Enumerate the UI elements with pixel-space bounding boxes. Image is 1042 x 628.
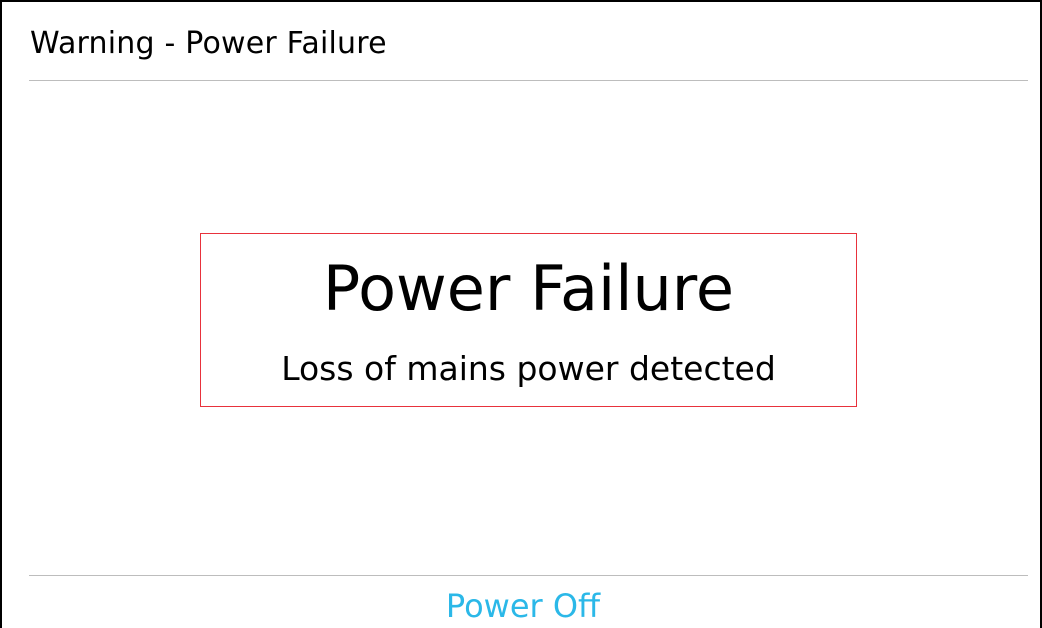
alert-heading: Power Failure (322, 252, 735, 325)
page-title: Warning - Power Failure (30, 26, 387, 61)
alert-message: Loss of mains power detected (281, 349, 776, 388)
alert-box: Power Failure Loss of mains power detect… (200, 233, 857, 407)
footer-divider (29, 575, 1028, 576)
warning-window: Warning - Power Failure Power Failure Lo… (0, 0, 1042, 628)
power-off-button[interactable]: Power Off (2, 586, 1042, 626)
header-divider (29, 80, 1028, 81)
